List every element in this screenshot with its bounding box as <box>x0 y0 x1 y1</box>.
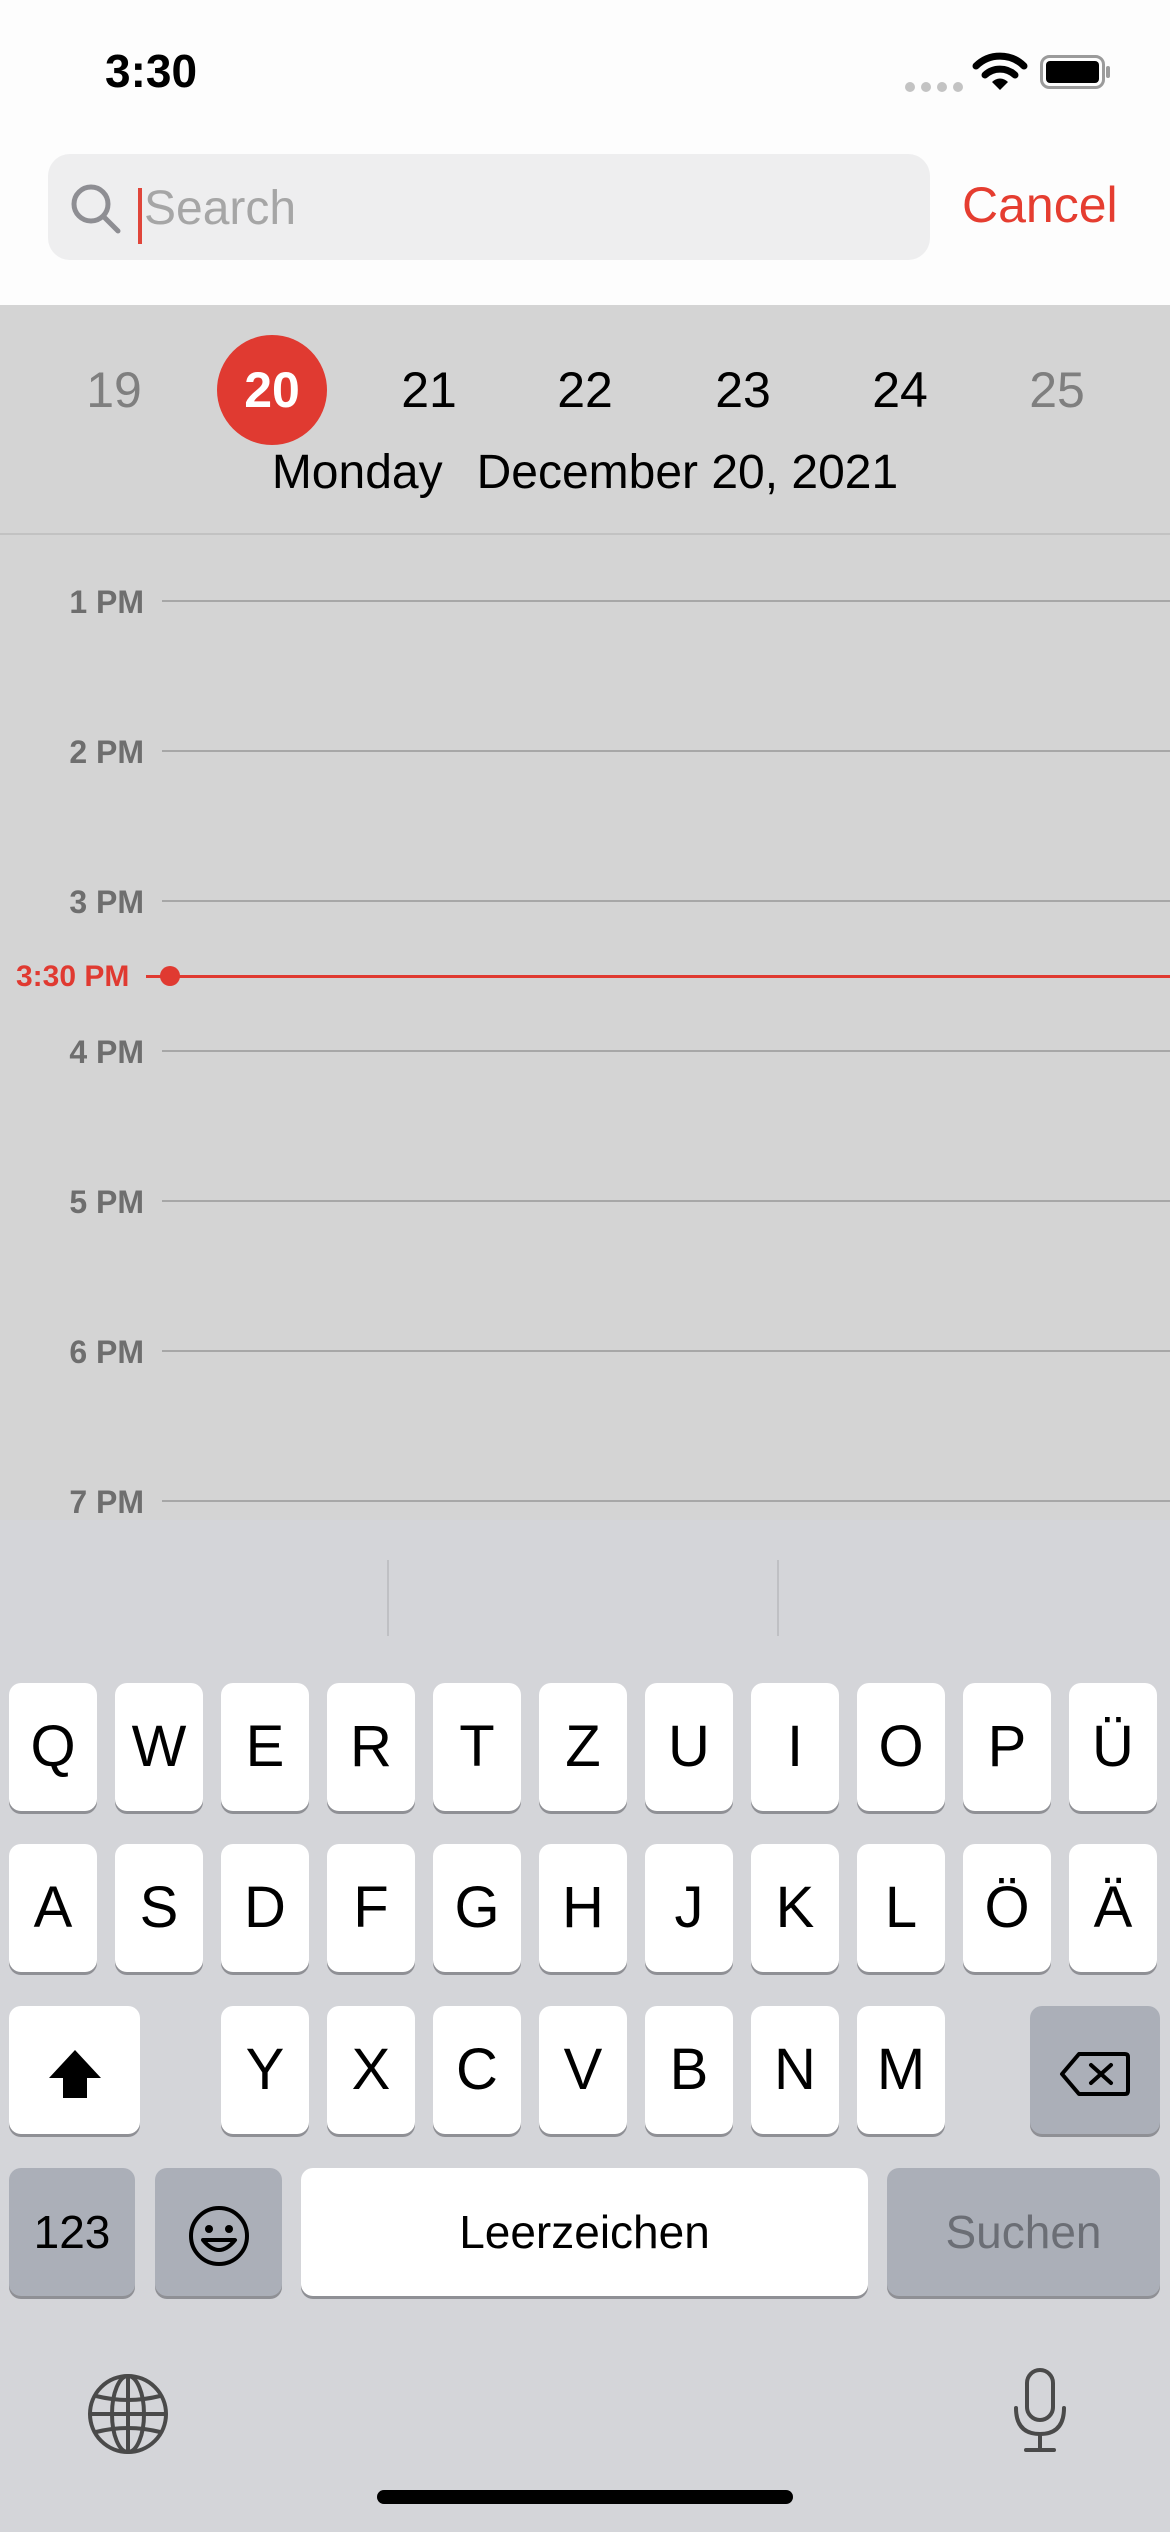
week-strip: 19 20 21 22 23 24 25 Monday December 20, … <box>0 305 1170 535</box>
key-g[interactable]: G <box>433 1844 521 1972</box>
hour-label: 4 PM <box>69 1034 144 1070</box>
current-time-line <box>148 975 1170 978</box>
hour-label: 2 PM <box>69 734 144 770</box>
delete-icon <box>1060 2051 1130 2096</box>
cancel-button[interactable]: Cancel <box>962 176 1118 234</box>
hour-gridline <box>162 1200 1170 1202</box>
hour-gridline <box>162 1500 1170 1502</box>
full-date-label: December 20, 2021 <box>476 446 899 499</box>
hour-gridline <box>162 900 1170 902</box>
keyboard: Q W E R T Z U I O P Ü A S D F G H J K L … <box>0 1520 1170 2532</box>
key-o-umlaut[interactable]: Ö <box>963 1844 1051 1972</box>
key-t[interactable]: T <box>433 1683 521 1811</box>
key-q[interactable]: Q <box>9 1683 97 1811</box>
search-header: Cancel <box>0 140 1170 305</box>
battery-icon <box>1040 55 1110 89</box>
day-24[interactable]: 24 <box>845 335 955 445</box>
key-s[interactable]: S <box>115 1844 203 1972</box>
text-cursor <box>138 188 142 244</box>
key-k[interactable]: K <box>751 1844 839 1972</box>
shift-icon <box>48 2049 101 2098</box>
key-u-umlaut[interactable]: Ü <box>1069 1683 1157 1811</box>
hour-gridline <box>162 1350 1170 1352</box>
hour-label: 1 PM <box>69 584 144 620</box>
day-20-selected[interactable]: 20 <box>217 335 327 445</box>
search-input[interactable] <box>144 172 904 244</box>
key-d[interactable]: D <box>221 1844 309 1972</box>
hour-gridline <box>162 1050 1170 1052</box>
key-r[interactable]: R <box>327 1683 415 1811</box>
microphone-icon[interactable] <box>1010 2366 1070 2456</box>
key-b[interactable]: B <box>645 2006 733 2134</box>
day-19[interactable]: 19 <box>59 335 169 445</box>
current-time-label: 3:30 PM <box>16 960 130 993</box>
key-m[interactable]: M <box>857 2006 945 2134</box>
key-u[interactable]: U <box>645 1683 733 1811</box>
hour-label: 5 PM <box>69 1184 144 1220</box>
key-f[interactable]: F <box>327 1844 415 1972</box>
key-v[interactable]: V <box>539 2006 627 2134</box>
numbers-key[interactable]: 123 <box>9 2168 135 2296</box>
selected-date-label: Monday December 20, 2021 <box>0 445 1170 500</box>
hour-gridline <box>162 750 1170 752</box>
hour-label: 6 PM <box>69 1334 144 1370</box>
emoji-icon <box>188 2205 249 2266</box>
status-bar: 3:30 <box>0 0 1170 140</box>
emoji-key[interactable] <box>155 2168 282 2296</box>
weekday-label: Monday <box>271 446 443 499</box>
day-25[interactable]: 25 <box>1002 335 1112 445</box>
suggestion-divider <box>387 1560 389 1636</box>
key-h[interactable]: H <box>539 1844 627 1972</box>
key-a[interactable]: A <box>9 1844 97 1972</box>
key-y[interactable]: Y <box>221 2006 309 2134</box>
search-icon <box>71 184 121 234</box>
key-i[interactable]: I <box>751 1683 839 1811</box>
search-field[interactable] <box>48 154 930 260</box>
shift-key[interactable] <box>9 2006 140 2134</box>
day-21[interactable]: 21 <box>374 335 484 445</box>
space-key[interactable]: Leerzeichen <box>301 2168 868 2296</box>
home-indicator[interactable] <box>377 2490 793 2504</box>
suggestion-divider <box>777 1560 779 1636</box>
key-o[interactable]: O <box>857 1683 945 1811</box>
day-23[interactable]: 23 <box>688 335 798 445</box>
search-return-key[interactable]: Suchen <box>887 2168 1160 2296</box>
current-time-dot <box>160 966 180 986</box>
key-x[interactable]: X <box>327 2006 415 2134</box>
key-e[interactable]: E <box>221 1683 309 1811</box>
key-n[interactable]: N <box>751 2006 839 2134</box>
key-z[interactable]: Z <box>539 1683 627 1811</box>
wifi-icon <box>972 52 1028 90</box>
key-w[interactable]: W <box>115 1683 203 1811</box>
key-j[interactable]: J <box>645 1844 733 1972</box>
day-22[interactable]: 22 <box>530 335 640 445</box>
globe-icon[interactable] <box>86 2372 170 2456</box>
key-l[interactable]: L <box>857 1844 945 1972</box>
status-time: 3:30 <box>105 45 198 97</box>
hour-gridline <box>162 600 1170 602</box>
hour-label: 7 PM <box>69 1484 144 1520</box>
key-p[interactable]: P <box>963 1683 1051 1811</box>
delete-key[interactable] <box>1030 2006 1160 2134</box>
key-c[interactable]: C <box>433 2006 521 2134</box>
cellular-signal-icon <box>905 82 963 92</box>
key-a-umlaut[interactable]: Ä <box>1069 1844 1157 1972</box>
hour-label: 3 PM <box>69 884 144 920</box>
